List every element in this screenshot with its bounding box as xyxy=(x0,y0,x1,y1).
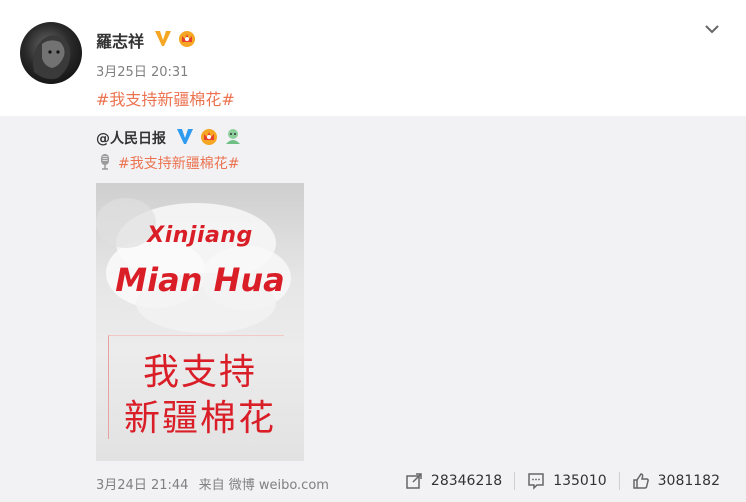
username[interactable]: 羅志祥 xyxy=(96,28,144,52)
comment-count: 135010 xyxy=(553,473,607,489)
like-button[interactable]: 3081182 xyxy=(632,472,720,490)
like-count: 3081182 xyxy=(657,473,720,489)
comment-button[interactable]: 135010 xyxy=(527,472,607,490)
topic-link[interactable]: #我支持新疆棉花# xyxy=(96,86,235,110)
comment-icon xyxy=(528,473,544,490)
chevron-down-icon[interactable] xyxy=(704,22,720,36)
post-header: 羅志祥 3月25日 20:31 #我支持新疆棉花# xyxy=(0,0,746,116)
poster-title-line1: Xinjiang xyxy=(147,223,253,248)
poster-title-line2: Mian Hua xyxy=(115,261,285,299)
poster-image[interactable]: Xinjiang Mian Hua 我支持 新疆棉花 xyxy=(96,183,304,461)
crown-icon[interactable] xyxy=(199,126,219,146)
poster-chinese-line2: 新疆棉花 xyxy=(123,398,276,439)
divider xyxy=(514,472,516,490)
divider xyxy=(618,472,620,490)
repost-container: @人民日报 #我支持新疆棉花# Xinjiang Mian Hua 我支持 新疆… xyxy=(0,116,746,502)
original-time[interactable]: 3月24日 21:44 xyxy=(96,478,188,493)
microphone-icon xyxy=(101,154,109,170)
source-label[interactable]: 来自 微博 weibo.com xyxy=(199,478,329,493)
post-time[interactable]: 3月25日 20:31 xyxy=(96,61,188,80)
share-icon xyxy=(406,473,422,489)
repost-button[interactable]: 28346218 xyxy=(405,472,502,490)
badge-icon[interactable] xyxy=(223,126,243,146)
original-author[interactable]: @人民日报 xyxy=(96,128,166,148)
poster-chinese-line1: 我支持 xyxy=(142,352,257,393)
verified-v-icon[interactable] xyxy=(175,126,195,146)
vip-v-icon[interactable] xyxy=(153,28,173,48)
thumbs-up-icon xyxy=(632,473,649,489)
repost-count: 28346218 xyxy=(430,473,503,489)
avatar[interactable] xyxy=(20,22,82,84)
action-bar: 28346218 135010 3081182 xyxy=(405,472,720,490)
original-topic-link[interactable]: #我支持新疆棉花# xyxy=(118,153,239,173)
crown-icon[interactable] xyxy=(177,28,197,48)
repost-meta: 3月24日 21:44 来自 微博 weibo.com xyxy=(96,474,335,493)
